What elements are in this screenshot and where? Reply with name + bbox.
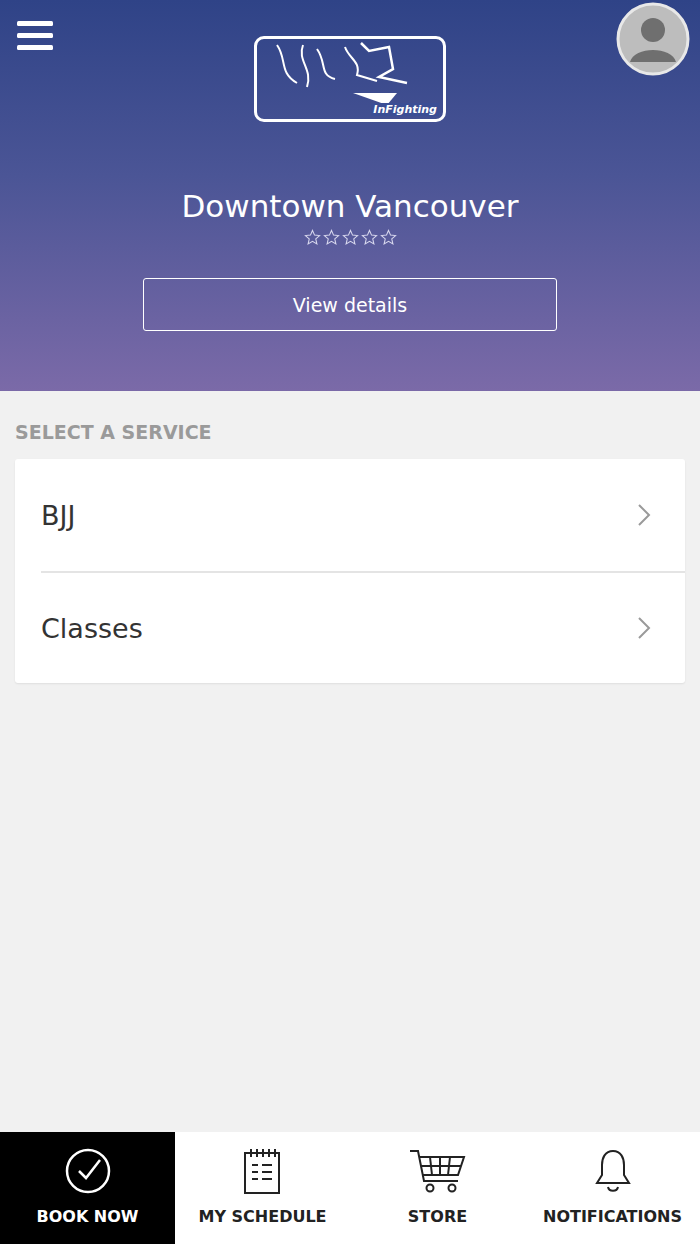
top-bar: InFighting [0,0,700,122]
service-row[interactable]: BJJ [15,459,685,571]
chevron-right-icon [637,503,651,527]
app-page: InFighting Downtown Vancouver View details… [0,0,700,1244]
bell-icon [589,1147,637,1195]
nav-item[interactable]: STORE [350,1132,525,1244]
nav-label: NOTIFICATIONS [543,1207,682,1226]
nav-label: STORE [408,1207,467,1226]
calendar-icon [239,1147,287,1195]
location-header: InFighting Downtown Vancouver View details [0,0,700,391]
star-icon [380,229,397,246]
brand-logo: InFighting [254,36,446,122]
service-label: Classes [41,613,143,644]
view-details-button[interactable]: View details [143,278,557,331]
menu-button[interactable] [17,19,53,51]
rating-stars [304,229,397,246]
logo-text: InFighting [371,103,439,116]
user-icon [616,2,690,76]
cart-icon [408,1147,468,1195]
service-row[interactable]: Classes [41,571,685,683]
service-list: BJJ Classes [15,459,685,683]
nav-item[interactable]: NOTIFICATIONS [525,1132,700,1244]
service-section: SELECT A SERVICE BJJ Classes [0,391,700,1132]
bottom-nav: BOOK NOW MY SCHEDULE STORE NOTIFICATIONS [0,1132,700,1244]
profile-avatar[interactable] [616,2,690,76]
location-title: Downtown Vancouver [181,188,518,225]
star-icon [361,229,378,246]
section-label: SELECT A SERVICE [15,421,685,443]
nav-item[interactable]: BOOK NOW [0,1132,175,1244]
nav-item[interactable]: MY SCHEDULE [175,1132,350,1244]
hamburger-icon [17,19,53,51]
nav-label: MY SCHEDULE [198,1207,326,1226]
chevron-right-icon [637,616,651,640]
star-icon [323,229,340,246]
service-label: BJJ [41,500,75,531]
star-icon [304,229,321,246]
check-circle-icon [64,1147,112,1195]
nav-label: BOOK NOW [36,1207,138,1226]
star-icon [342,229,359,246]
